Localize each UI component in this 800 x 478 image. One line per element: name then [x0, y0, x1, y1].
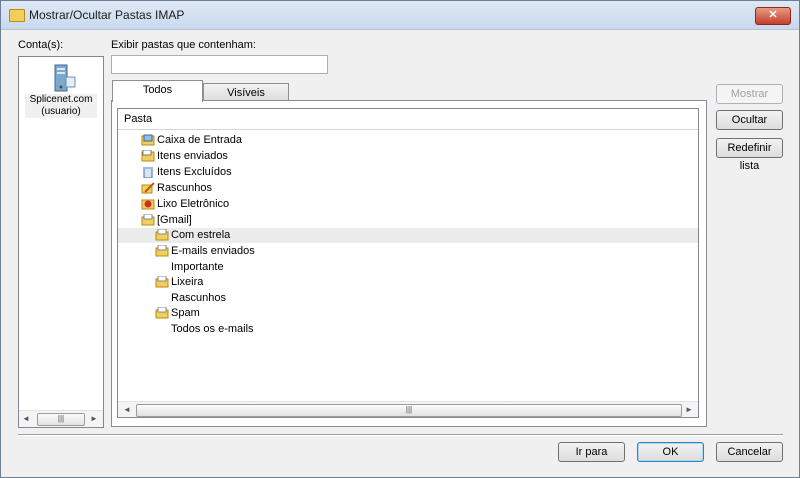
drafts-icon — [141, 182, 155, 194]
accounts-label: Conta(s): — [18, 39, 64, 51]
column-header-label: Pasta — [124, 113, 153, 125]
tree-item-label: Com estrela — [171, 229, 231, 241]
accounts-hscrollbar[interactable]: ◄ ||| ► — [19, 410, 103, 427]
folder-icon — [155, 245, 169, 257]
tree-item-label: Caixa de Entrada — [157, 134, 242, 146]
folder-icon — [155, 307, 169, 319]
tree-item[interactable]: Caixa de Entrada — [118, 133, 698, 148]
filter-input[interactable] — [111, 55, 328, 74]
column-header-pasta[interactable]: Pasta — [118, 109, 698, 130]
tree-item[interactable]: Itens enviados — [118, 149, 698, 164]
scroll-right-icon[interactable]: ► — [684, 404, 694, 416]
account-name: Splicenet.com (usuario) — [25, 94, 97, 118]
tree-item-label: E-mails enviados — [171, 245, 255, 257]
tree-item-label: Rascunhos — [157, 182, 213, 194]
close-button[interactable]: ✕ — [755, 7, 791, 25]
reset-list-button[interactable]: Redefinir lista — [716, 138, 783, 172]
tree-item-label: Itens Excluídos — [157, 166, 232, 178]
tree-item[interactable]: Importante — [118, 260, 698, 275]
tree-item[interactable]: Itens Excluídos — [118, 165, 698, 180]
tree-item-label: Lixo Eletrônico — [157, 198, 230, 210]
tree-item-label: Rascunhos — [171, 292, 227, 304]
tree-hscrollbar[interactable]: ◄ ||| ► — [118, 401, 698, 417]
window-title: Mostrar/Ocultar Pastas IMAP — [29, 8, 185, 22]
folder-tree[interactable]: Pasta Caixa de Entrada Itens enviados It… — [117, 108, 699, 418]
scroll-left-icon[interactable]: ◄ — [21, 413, 31, 425]
tree-item-label: Lixeira — [171, 276, 204, 288]
scroll-thumb[interactable]: ||| — [37, 413, 85, 426]
tree-item[interactable]: Spam — [118, 306, 698, 321]
tree-item[interactable]: Com estrela — [118, 228, 698, 243]
server-icon — [54, 64, 76, 92]
account-domain: Splicenet.com — [29, 94, 93, 105]
imap-folders-dialog: Mostrar/Ocultar Pastas IMAP ✕ Conta(s): … — [0, 0, 800, 478]
account-user: (usuario) — [41, 106, 81, 117]
folder-icon — [9, 9, 25, 22]
cancel-button[interactable]: Cancelar — [716, 442, 783, 462]
tree-item-label: Importante — [171, 261, 224, 273]
goto-button[interactable]: Ir para — [558, 442, 625, 462]
filter-label: Exibir pastas que contenham: — [111, 39, 256, 51]
scroll-thumb[interactable]: ||| — [136, 404, 682, 417]
deleted-items-icon — [143, 167, 153, 178]
accounts-list[interactable]: Splicenet.com (usuario) ◄ ||| ► — [18, 56, 104, 428]
tree-item-label: [Gmail] — [157, 214, 192, 226]
tree-item-label: Spam — [171, 307, 200, 319]
tab-todos[interactable]: Todos — [112, 80, 203, 102]
tree-item-label: Itens enviados — [157, 150, 228, 162]
scroll-right-icon[interactable]: ► — [89, 413, 99, 425]
show-button[interactable]: Mostrar — [716, 84, 783, 104]
hide-button[interactable]: Ocultar — [716, 110, 783, 130]
tree-item-label: Todos os e-mails — [171, 323, 254, 335]
folder-icon — [155, 229, 169, 241]
tree-item[interactable]: [Gmail] — [118, 213, 698, 228]
tree-item[interactable]: Rascunhos — [118, 181, 698, 196]
folder-icon — [141, 214, 155, 226]
tree-item[interactable]: Lixo Eletrônico — [118, 197, 698, 212]
tree-item[interactable]: E-mails enviados — [118, 244, 698, 259]
sent-folder-icon — [141, 150, 155, 162]
tree-item[interactable]: Lixeira — [118, 275, 698, 290]
inbox-icon — [141, 134, 155, 146]
folder-icon — [155, 276, 169, 288]
junk-icon — [141, 199, 155, 210]
footer-separator — [18, 434, 783, 436]
ok-button[interactable]: OK — [637, 442, 704, 462]
title-bar: Mostrar/Ocultar Pastas IMAP ✕ — [1, 1, 799, 30]
tree-item[interactable]: Todos os e-mails — [118, 322, 698, 337]
tree-item[interactable]: Rascunhos — [118, 291, 698, 306]
scroll-left-icon[interactable]: ◄ — [122, 404, 132, 416]
